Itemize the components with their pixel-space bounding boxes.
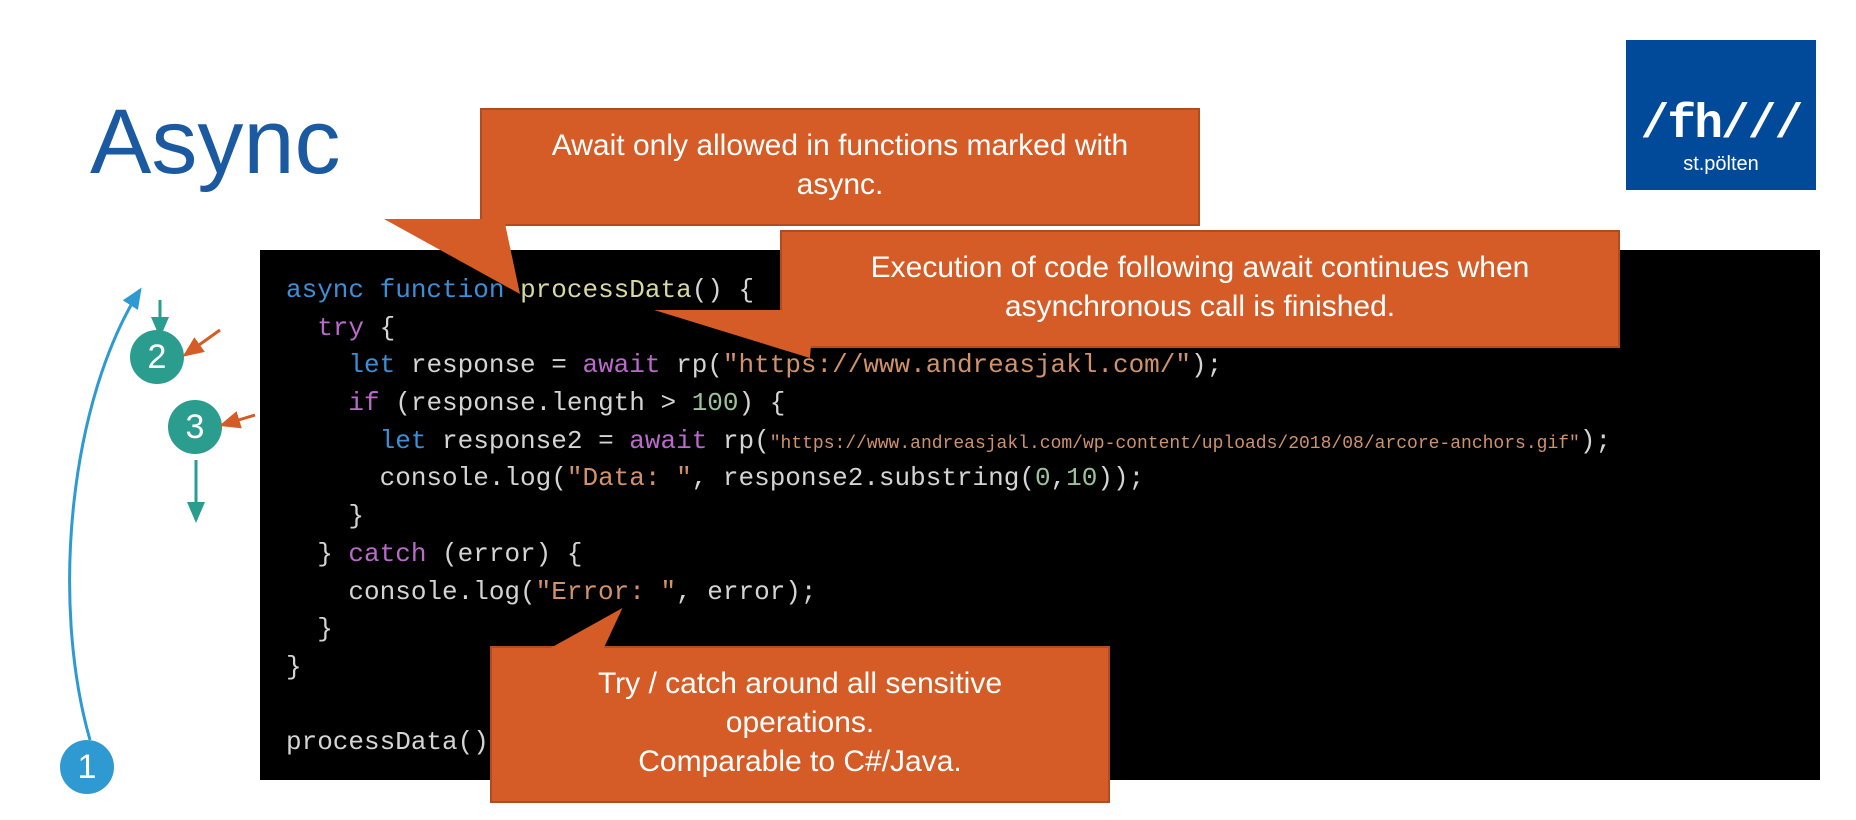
code-token: let [380,426,427,456]
code-token: , error); [676,577,816,607]
logo-sub: st.pölten [1683,153,1759,176]
code-token: await [582,350,660,380]
callout-async-await: Await only allowed in functions marked w… [480,108,1200,226]
code-token: ); [1191,350,1222,380]
code-token: (error) { [426,539,582,569]
code-token: 10 [1066,463,1097,493]
code-token: "https://www.andreasjakl.com/wp-content/… [770,434,1580,454]
code-token: processData [520,275,692,305]
code-token: processData(); [286,727,504,757]
code-token: response2 = [426,426,629,456]
callout-pointer-icon [650,310,814,358]
code-token: 100 [692,388,739,418]
code-token: } [286,614,333,644]
code-token: , response2.substring( [692,463,1035,493]
step-marker-3: 3 [168,400,222,454]
code-token: , [1051,463,1067,493]
university-logo: /fh/// st.pölten [1626,40,1816,190]
code-token: (response.length > [380,388,692,418]
code-token: rp( [707,426,769,456]
code-token: console.log( [286,577,536,607]
callout-try-catch: Try / catch around all sensitive operati… [490,646,1110,803]
step-marker-2: 2 [130,330,184,384]
callout-text: Try / catch around all sensitive operati… [598,667,1002,739]
callout-text: Execution of code following await contin… [871,251,1530,323]
code-token: } [286,501,364,531]
code-token: let [348,350,395,380]
code-token: async [286,275,364,305]
code-token: "Error: " [536,577,676,607]
code-token: } [286,539,348,569]
callout-execution-continues: Execution of code following await contin… [780,230,1620,348]
code-token: } [286,652,302,682]
code-token: try [317,313,364,343]
code-token: response = [395,350,582,380]
code-token: 0 [1035,463,1051,493]
code-token: { [364,313,395,343]
code-token: ) { [739,388,786,418]
step-marker-1: 1 [60,740,114,794]
code-token: )); [1097,463,1144,493]
code-token: catch [348,539,426,569]
code-token: ); [1580,426,1611,456]
code-token: if [348,388,379,418]
code-token: "Data: " [567,463,692,493]
code-token: console.log( [286,463,567,493]
callout-text: Comparable to C#/Java. [638,745,962,778]
code-token: await [629,426,707,456]
code-token: () { [692,275,754,305]
callout-pointer-icon [384,219,520,294]
callout-text: Await only allowed in functions marked w… [552,129,1128,201]
logo-main: /fh/// [1641,101,1802,149]
slide-title: Async [90,90,341,195]
